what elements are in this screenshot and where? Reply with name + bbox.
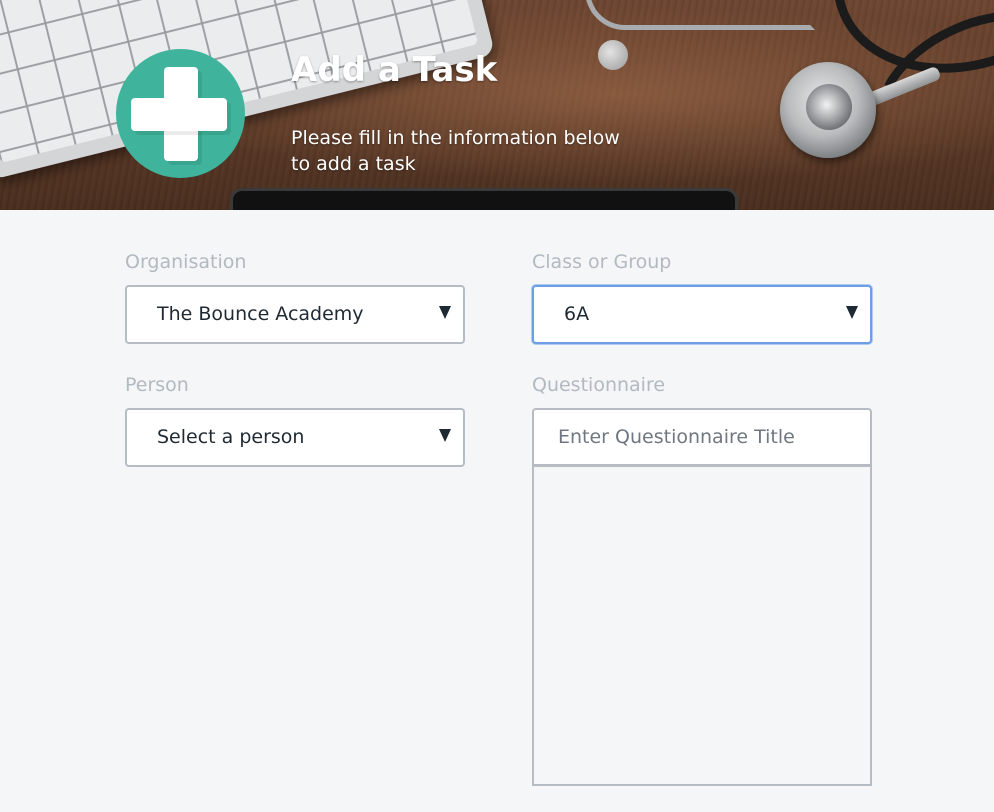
add-task-page: Add a Task Please fill in the informatio… bbox=[0, 0, 994, 812]
person-select[interactable]: Select a person bbox=[125, 408, 465, 467]
tablet-image bbox=[230, 188, 738, 210]
page-subtitle-line-1: Please fill in the information below bbox=[291, 127, 620, 149]
page-subtitle: Please fill in the information below to … bbox=[291, 125, 620, 177]
header-banner: Add a Task Please fill in the informatio… bbox=[0, 0, 994, 210]
page-title: Add a Task bbox=[291, 50, 498, 90]
class-or-group-label: Class or Group bbox=[532, 251, 672, 273]
stethoscope-wire-image bbox=[585, 0, 815, 30]
class-or-group-selected-value: 6A bbox=[564, 303, 590, 325]
dropdown-arrow-icon bbox=[439, 429, 451, 442]
questionnaire-title-input[interactable] bbox=[532, 408, 872, 466]
stethoscope-earpiece-image bbox=[598, 40, 628, 70]
dropdown-arrow-icon bbox=[439, 306, 451, 319]
person-selected-value: Select a person bbox=[157, 426, 305, 448]
dropdown-arrow-icon bbox=[846, 306, 858, 319]
stethoscope-head-image bbox=[780, 62, 876, 158]
medical-cross-icon bbox=[116, 49, 245, 178]
person-label: Person bbox=[125, 374, 189, 396]
class-or-group-select[interactable]: 6A bbox=[532, 285, 872, 344]
page-subtitle-line-2: to add a task bbox=[291, 153, 416, 175]
questionnaire-results-list[interactable] bbox=[532, 465, 872, 786]
organisation-select[interactable]: The Bounce Academy bbox=[125, 285, 465, 344]
organisation-label: Organisation bbox=[125, 251, 247, 273]
organisation-selected-value: The Bounce Academy bbox=[157, 303, 364, 325]
questionnaire-label: Questionnaire bbox=[532, 374, 666, 396]
